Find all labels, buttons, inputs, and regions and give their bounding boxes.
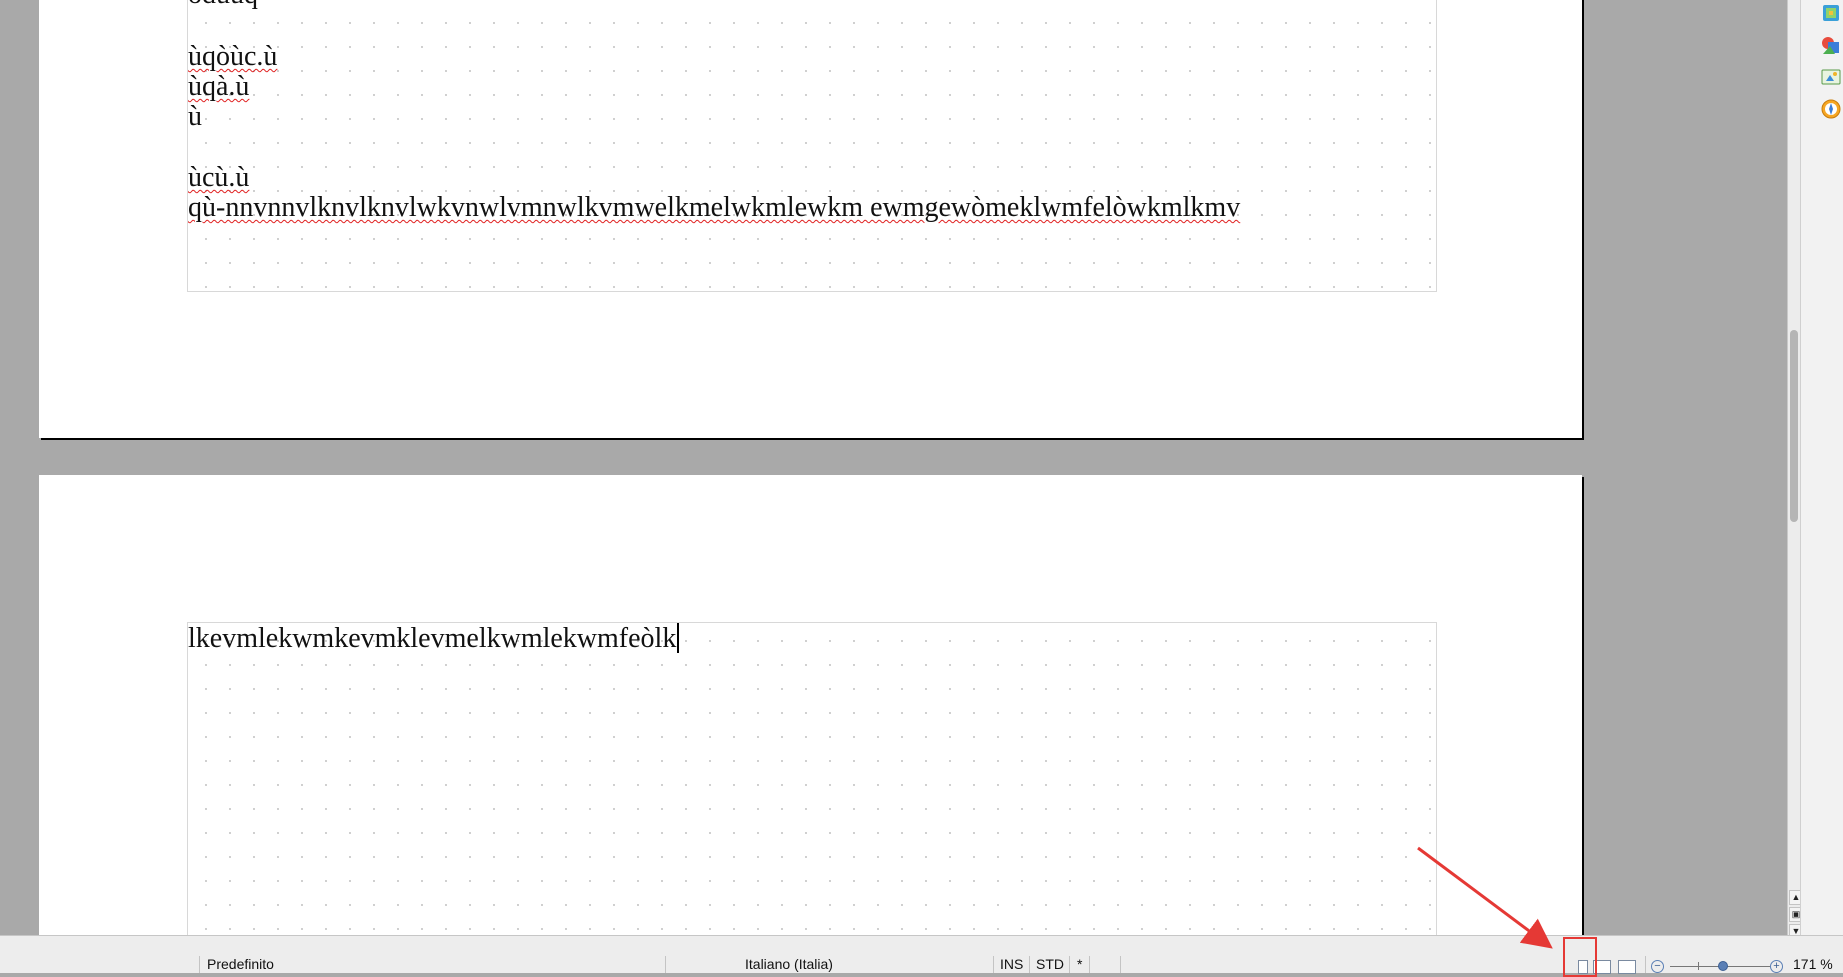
text-line[interactable]: qù-nnvnnvlknvlknvlwkvnwlvmnwlkvmwelkmelw… bbox=[188, 191, 1240, 225]
text-area-page-1[interactable]: òdùuq ùqòùc.ù ùqà.ù ù ùcù.ù qù-nnvnnvlkn… bbox=[187, 0, 1437, 292]
text-line[interactable]: ùcù.ù bbox=[188, 161, 249, 195]
gallery-icon[interactable] bbox=[1820, 34, 1842, 56]
navigator-icon[interactable] bbox=[1820, 66, 1842, 88]
zoom-in-button[interactable]: + bbox=[1770, 960, 1783, 973]
language-label[interactable]: Italiano (Italia) bbox=[745, 956, 833, 973]
text-line[interactable]: ù bbox=[188, 100, 202, 134]
zoom-level[interactable]: 171 % bbox=[1793, 956, 1833, 973]
document-page-2: lkevmlekwmkevmklevmelkwmlekwmfeòlk bbox=[39, 475, 1582, 935]
scrollbar-thumb[interactable] bbox=[1790, 330, 1798, 522]
text-line-with-cursor[interactable]: lkevmlekwmkevmklevmelkwmlekwmfeòlk bbox=[188, 622, 680, 656]
text-line[interactable]: ùqà.ù bbox=[188, 70, 249, 104]
zoom-slider-knob[interactable] bbox=[1718, 961, 1728, 971]
document-page-1: òdùuq ùqòùc.ù ùqà.ù ù ùcù.ù qù-nnvnnvlkn… bbox=[39, 0, 1582, 438]
page-style-label[interactable]: Predefinito bbox=[207, 956, 274, 973]
annotation-highlight-box bbox=[1563, 937, 1597, 977]
text-line[interactable]: lkevmlekwmkevmklevmelkwmlekwmfeòlk bbox=[188, 623, 676, 654]
properties-icon[interactable] bbox=[1820, 2, 1842, 24]
insert-mode-indicator[interactable]: INS bbox=[1000, 956, 1023, 973]
sidebar-deck bbox=[1800, 0, 1843, 935]
zoom-out-button[interactable]: − bbox=[1651, 960, 1664, 973]
text-line[interactable]: òdùuq bbox=[188, 0, 258, 12]
document-modified-indicator[interactable]: * bbox=[1077, 956, 1082, 973]
text-line[interactable]: ùqòùc.ù bbox=[188, 40, 277, 74]
document-workspace[interactable]: òdùuq ùqòùc.ù ùqà.ù ù ùcù.ù qù-nnvnnvlkn… bbox=[0, 0, 1785, 935]
compass-icon[interactable] bbox=[1820, 98, 1842, 120]
selection-mode-indicator[interactable]: STD bbox=[1036, 956, 1064, 973]
vertical-scrollbar[interactable] bbox=[1787, 0, 1800, 935]
zoom-slider-center-mark bbox=[1698, 962, 1699, 970]
text-area-page-2[interactable]: lkevmlekwmkevmklevmelkwmlekwmfeòlk bbox=[187, 622, 1437, 935]
text-cursor bbox=[677, 623, 680, 653]
